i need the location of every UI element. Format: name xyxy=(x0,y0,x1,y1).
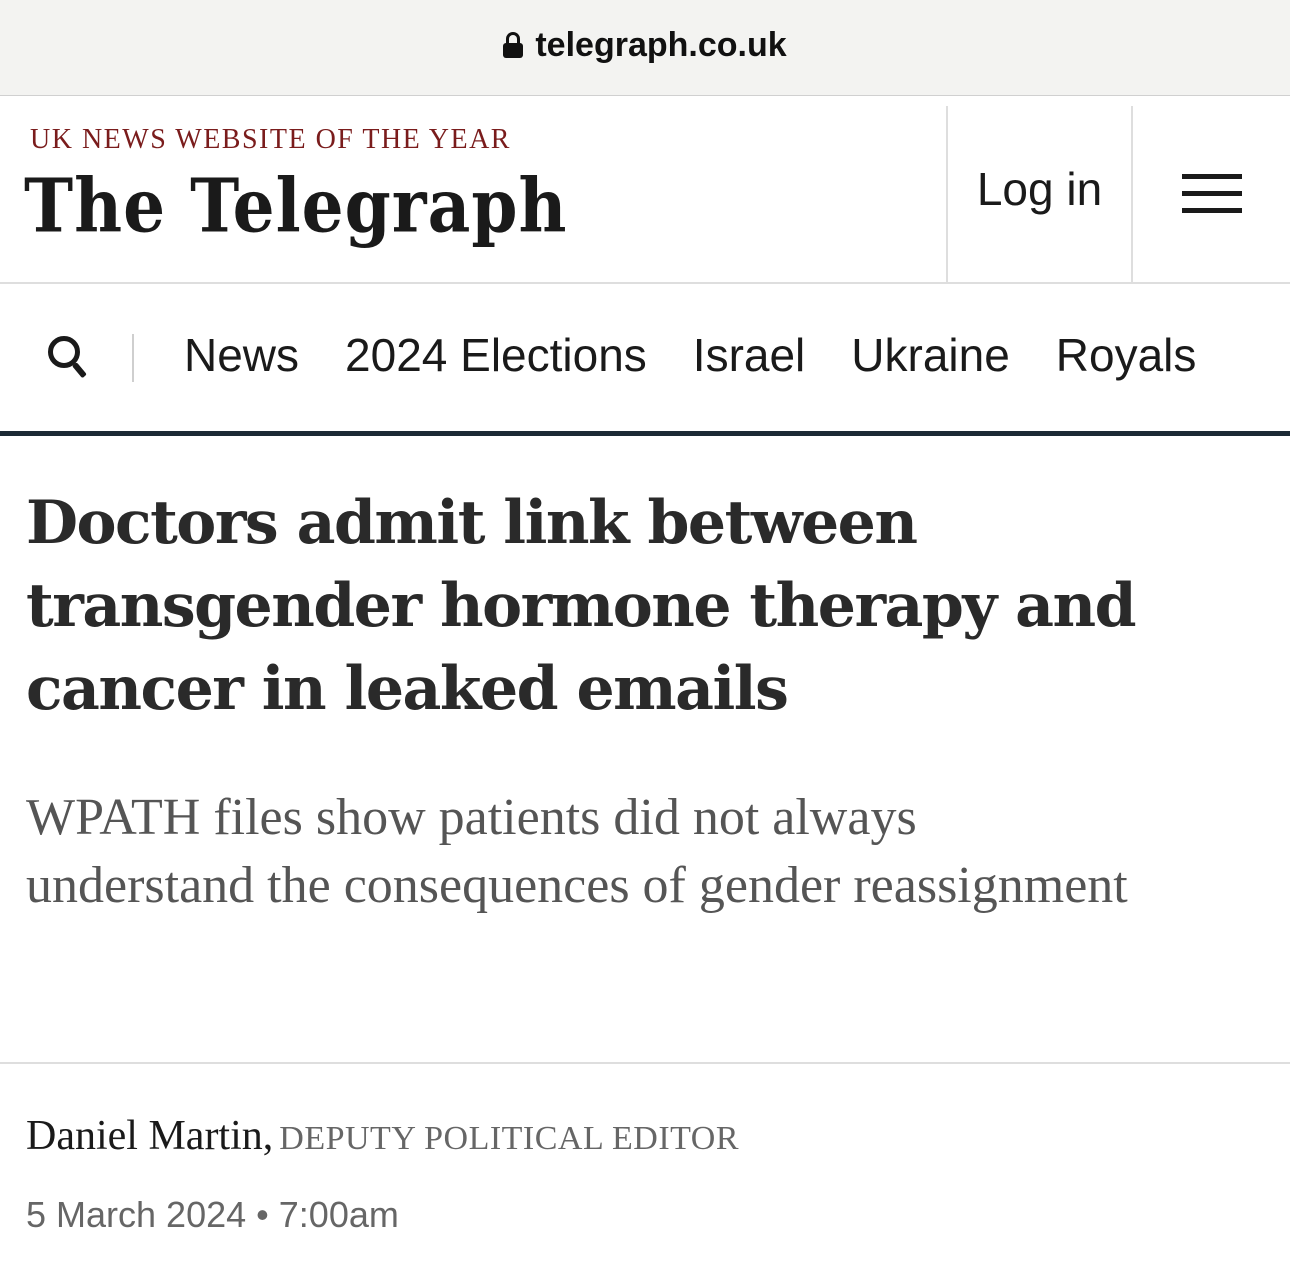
publish-time: 7:00am xyxy=(278,1194,399,1235)
date-separator: • xyxy=(256,1194,269,1235)
nav-scroll-fade xyxy=(1200,304,1290,414)
nav-items: News 2024 Elections Israel Ukraine Royals xyxy=(184,328,1242,382)
nav-item-news[interactable]: News xyxy=(184,328,299,382)
lock-icon xyxy=(503,32,524,58)
article-headline: Doctors admit link between transgender h… xyxy=(26,488,1137,724)
author-name[interactable]: Daniel Martin, xyxy=(26,1113,273,1159)
byline-divider xyxy=(0,1062,1290,1064)
nav-item-israel[interactable]: Israel xyxy=(693,328,805,382)
nav-divider xyxy=(132,334,134,382)
section-nav: News 2024 Elections Israel Ukraine Royals xyxy=(0,284,1290,436)
nav-item-royals[interactable]: Royals xyxy=(1056,328,1197,382)
url-text: telegraph.co.uk xyxy=(535,26,787,64)
publish-date: 5 March 2024 xyxy=(26,1194,247,1235)
site-header: UK NEWS WEBSITE OF THE YEAR The Telegrap… xyxy=(0,96,1290,284)
header-divider xyxy=(1131,106,1133,282)
nav-item-ukraine[interactable]: Ukraine xyxy=(851,328,1010,382)
nav-item-2024-elections[interactable]: 2024 Elections xyxy=(345,328,647,382)
login-button[interactable]: Log in xyxy=(948,162,1131,216)
url-display[interactable]: telegraph.co.uk xyxy=(0,26,1290,65)
publish-dateline: 5 March 2024 • 7:00am xyxy=(26,1194,399,1236)
article-standfirst: WPATH files show patients did not always… xyxy=(26,789,1128,914)
menu-icon[interactable] xyxy=(1182,174,1242,216)
author-role: DEPUTY POLITICAL EDITOR xyxy=(279,1120,740,1157)
byline: Daniel Martin, DEPUTY POLITICAL EDITOR xyxy=(26,1112,739,1160)
header-kicker: UK NEWS WEBSITE OF THE YEAR xyxy=(30,124,511,155)
search-icon[interactable] xyxy=(48,336,88,384)
browser-url-bar[interactable]: telegraph.co.uk xyxy=(0,0,1290,96)
site-logo[interactable]: The Telegraph xyxy=(24,162,567,249)
